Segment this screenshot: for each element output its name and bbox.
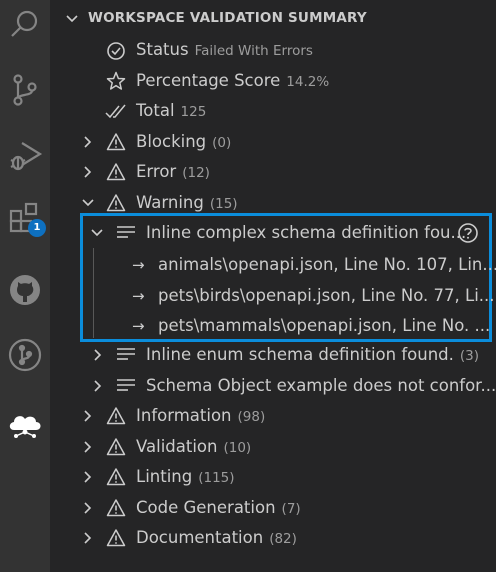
list-lines-icon — [117, 379, 135, 391]
category-count: (12) — [182, 165, 210, 181]
category-error[interactable]: Error (12) — [50, 157, 496, 187]
warning-icon — [106, 468, 126, 486]
list-lines-icon — [117, 226, 135, 238]
category-label: Error — [136, 162, 177, 181]
category-label: Blocking — [136, 132, 207, 151]
chevron-down-icon[interactable] — [65, 13, 79, 25]
score-value: 14.2% — [286, 74, 330, 90]
warning-group-inline-complex[interactable]: Inline complex schema definition fou... — [50, 218, 496, 248]
category-code-generation[interactable]: Code Generation (7) — [50, 493, 496, 523]
chevron-right-icon[interactable] — [93, 379, 103, 393]
star-icon — [106, 71, 126, 90]
arrow-right-icon: → — [132, 256, 145, 274]
chevron-right-icon[interactable] — [83, 501, 93, 515]
chevron-right-icon[interactable] — [83, 440, 93, 454]
chevron-right-icon[interactable] — [83, 470, 93, 484]
percentage-score-row[interactable]: Percentage Score 14.2% — [50, 66, 496, 96]
warning-icon — [106, 438, 126, 456]
warning-group-count: (3) — [459, 348, 480, 364]
chevron-right-icon[interactable] — [83, 165, 93, 179]
category-count: (0) — [212, 135, 232, 151]
category-label: Documentation — [136, 528, 264, 547]
list-lines-icon — [117, 348, 135, 360]
extensions-icon[interactable]: 1 — [0, 195, 50, 245]
total-row[interactable]: Total 125 — [50, 96, 496, 126]
category-information[interactable]: Information (98) — [50, 401, 496, 431]
status-value: Failed With Errors — [194, 43, 313, 59]
double-check-icon — [105, 104, 126, 119]
category-label: Validation — [136, 437, 218, 456]
warning-icon — [106, 163, 126, 181]
github-icon[interactable] — [0, 265, 50, 315]
chevron-right-icon[interactable] — [83, 135, 93, 149]
warning-group-inline-enum[interactable]: Inline enum schema definition found. (3) — [50, 340, 496, 370]
category-count: (10) — [223, 440, 252, 456]
location-label: pets\mammals\openapi.json, Line No. ... — [158, 316, 491, 335]
category-validation[interactable]: Validation (10) — [50, 432, 496, 462]
category-label: Warning — [136, 193, 204, 212]
category-blocking[interactable]: Blocking (0) — [50, 127, 496, 157]
category-count: (7) — [281, 501, 301, 517]
warning-icon — [106, 133, 126, 151]
category-documentation[interactable]: Documentation (82) — [50, 523, 496, 553]
location-label: animals\openapi.json, Line No. 107, Lin.… — [158, 255, 496, 274]
chevron-right-icon[interactable] — [83, 409, 93, 423]
status-row[interactable]: Status Failed With Errors — [50, 35, 496, 65]
warning-icon — [106, 407, 126, 425]
warning-group-label: Schema Object example does not confor... — [146, 376, 496, 395]
panel-title: WORKSPACE VALIDATION SUMMARY — [88, 10, 367, 26]
category-count: (115) — [198, 470, 235, 486]
arrow-right-icon: → — [132, 287, 145, 305]
total-value: 125 — [180, 104, 207, 120]
check-circle-icon — [107, 42, 125, 60]
total-label: Total — [136, 101, 175, 120]
warning-group-label: Inline enum schema definition found. — [146, 345, 454, 364]
search-icon[interactable] — [0, 0, 50, 50]
chevron-down-icon[interactable] — [90, 227, 104, 239]
chevron-right-icon[interactable] — [93, 348, 103, 362]
category-count: (98) — [237, 409, 266, 425]
score-label: Percentage Score — [136, 71, 281, 90]
help-icon[interactable] — [457, 222, 479, 244]
activity-bar: 1 — [0, 0, 50, 572]
cloud-network-icon[interactable] — [0, 400, 50, 450]
warning-icon — [106, 499, 126, 517]
extensions-badge: 1 — [28, 219, 46, 237]
warning-group-schema-example[interactable]: Schema Object example does not confor... — [50, 371, 496, 401]
category-label: Code Generation — [136, 498, 276, 517]
category-label: Information — [136, 406, 232, 425]
category-count: (82) — [269, 531, 297, 547]
category-linting[interactable]: Linting (115) — [50, 462, 496, 492]
category-label: Linting — [136, 467, 193, 486]
warning-icon — [106, 529, 126, 547]
status-label: Status — [136, 40, 189, 59]
location-item[interactable]: → pets\birds\openapi.json, Line No. 77, … — [50, 281, 496, 311]
arrow-right-icon: → — [132, 317, 145, 335]
run-debug-icon[interactable] — [0, 130, 50, 180]
location-label: pets\birds\openapi.json, Line No. 77, Li… — [158, 286, 495, 305]
panel-header[interactable]: WORKSPACE VALIDATION SUMMARY — [50, 0, 496, 38]
chevron-right-icon[interactable] — [83, 531, 93, 545]
chevron-down-icon[interactable] — [81, 197, 95, 209]
category-count: (15) — [209, 196, 238, 212]
location-item[interactable]: → animals\openapi.json, Line No. 107, Li… — [50, 250, 496, 280]
warning-icon — [106, 194, 126, 212]
location-item[interactable]: → pets\mammals\openapi.json, Line No. ..… — [50, 311, 496, 341]
source-control-icon[interactable] — [0, 65, 50, 115]
validation-panel: WORKSPACE VALIDATION SUMMARY Status Faile… — [50, 0, 496, 572]
warning-group-label: Inline complex schema definition fou... — [146, 223, 467, 242]
git-pull-request-icon[interactable] — [0, 330, 50, 380]
